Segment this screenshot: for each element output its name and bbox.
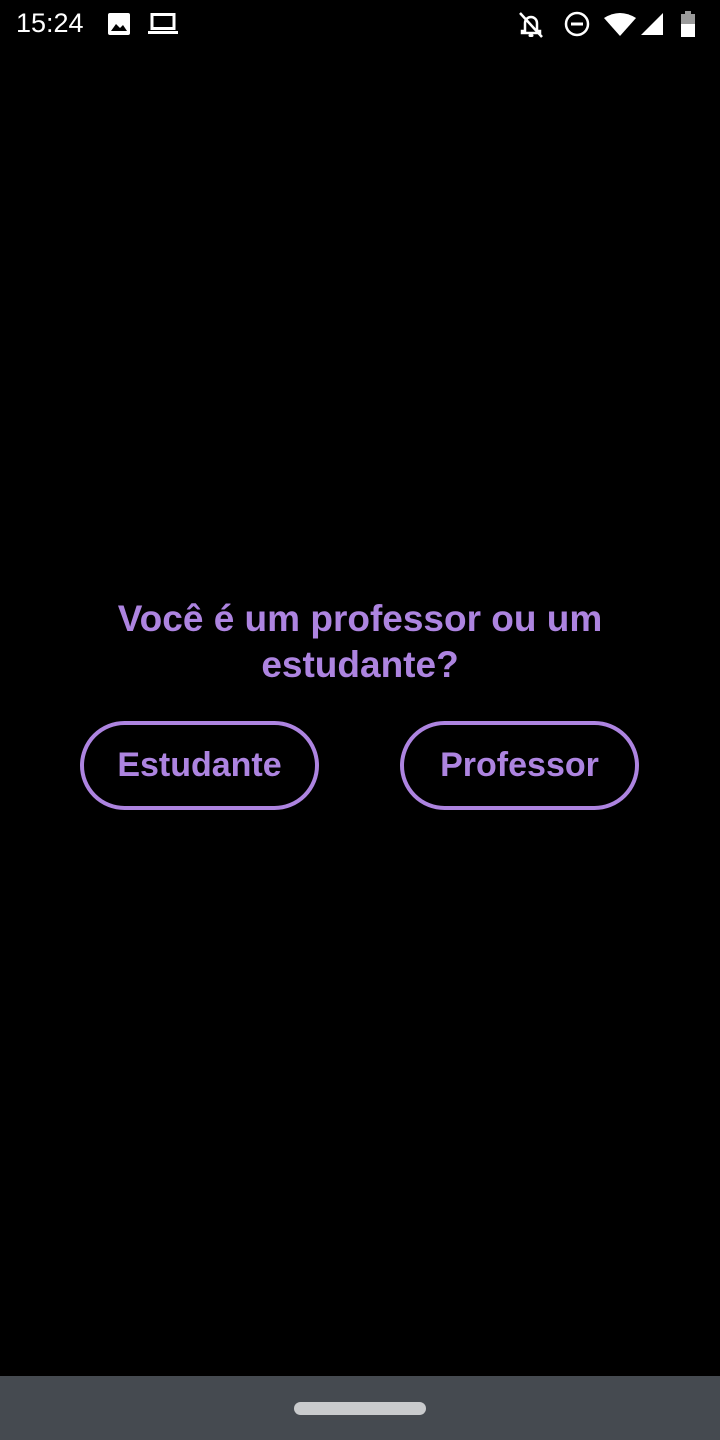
cell-signal-icon — [641, 13, 663, 35]
screen: 15:24 Você é um professor ou um estudant… — [0, 0, 720, 1440]
do-not-disturb-icon — [564, 11, 590, 37]
battery-icon — [681, 11, 695, 37]
teacher-button[interactable]: Professor — [400, 721, 639, 810]
question-text: Você é um professor ou um estudante? — [117, 598, 603, 685]
image-icon — [108, 13, 130, 35]
status-time: 15:24 — [16, 8, 84, 38]
laptop-icon — [148, 13, 178, 34]
home-gesture-handle[interactable] — [294, 1402, 426, 1415]
status-bar: 15:24 — [0, 0, 720, 48]
navigation-bar — [0, 1376, 720, 1440]
wifi-icon — [604, 13, 636, 36]
notifications-off-icon — [519, 12, 543, 38]
student-button[interactable]: Estudante — [80, 721, 319, 810]
